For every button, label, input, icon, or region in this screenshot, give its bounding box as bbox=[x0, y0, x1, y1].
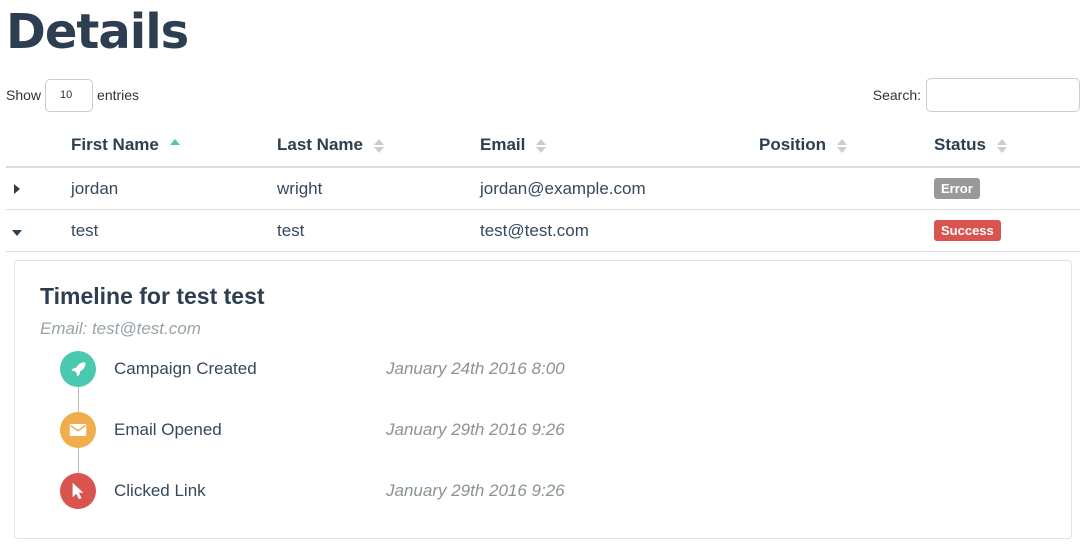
timeline-event: Clicked Link January 29th 2016 9:26 bbox=[60, 473, 660, 509]
timeline-event-time: January 29th 2016 9:26 bbox=[386, 481, 565, 500]
timeline-title: Timeline for test test bbox=[40, 283, 265, 309]
table-header-row: First Name Last Name Email Position Stat… bbox=[6, 124, 1080, 168]
search-input[interactable] bbox=[926, 78, 1080, 112]
cell-last-name: wright bbox=[277, 167, 480, 210]
timeline-event-label: Email Opened bbox=[114, 420, 222, 439]
entries-length-control: Show 10 entries bbox=[6, 78, 139, 112]
cell-email: test@test.com bbox=[480, 209, 759, 252]
sort-icon bbox=[536, 138, 547, 153]
search-label: Search: bbox=[872, 87, 921, 103]
table-row[interactable]: jordan wright jordan@example.com Error bbox=[6, 167, 1080, 210]
cell-position bbox=[759, 167, 934, 210]
show-label: Show bbox=[6, 87, 42, 103]
cell-email: jordan@example.com bbox=[480, 167, 759, 210]
timeline-event: Campaign Created January 24th 2016 8:00 bbox=[60, 351, 660, 387]
page-title: Details bbox=[6, 4, 189, 60]
column-header-first-name[interactable]: First Name bbox=[71, 124, 277, 168]
table-row[interactable]: test test test@test.com Success bbox=[6, 209, 1080, 252]
expand-toggle[interactable] bbox=[6, 167, 71, 210]
rocket-icon bbox=[60, 351, 96, 387]
column-header-email[interactable]: Email bbox=[480, 124, 759, 168]
sort-ascending-icon bbox=[169, 138, 180, 153]
column-header-status[interactable]: Status bbox=[934, 124, 1080, 168]
caret-right-icon bbox=[14, 183, 20, 194]
column-header-label: Email bbox=[480, 135, 526, 154]
cell-first-name: test bbox=[71, 209, 277, 252]
column-header-label: Position bbox=[759, 135, 827, 154]
column-header-position[interactable]: Position bbox=[759, 124, 934, 168]
sort-icon bbox=[373, 138, 384, 153]
timeline-email: Email: test@test.com bbox=[40, 319, 201, 338]
cell-status: Success bbox=[934, 209, 1080, 252]
expand-toggle[interactable] bbox=[6, 209, 71, 252]
column-header-label: First Name bbox=[71, 135, 159, 154]
caret-down-icon bbox=[12, 229, 22, 236]
column-header-last-name[interactable]: Last Name bbox=[277, 124, 480, 168]
timeline-event-label: Campaign Created bbox=[114, 359, 257, 378]
cell-position bbox=[759, 209, 934, 252]
results-table: First Name Last Name Email Position Stat… bbox=[6, 124, 1080, 252]
envelope-icon bbox=[60, 412, 96, 448]
cell-last-name: test bbox=[277, 209, 480, 252]
sort-icon bbox=[836, 138, 847, 153]
status-badge: Success bbox=[934, 220, 1001, 241]
expand-column-header bbox=[6, 124, 71, 168]
sort-icon bbox=[996, 138, 1007, 153]
entries-length-select[interactable]: 10 bbox=[45, 78, 94, 112]
search-control: Search: bbox=[873, 78, 1080, 112]
status-badge: Error bbox=[934, 178, 980, 199]
column-header-label: Status bbox=[934, 135, 986, 154]
timeline-panel: Timeline for test test Email: test@test.… bbox=[14, 260, 1072, 539]
cursor-icon bbox=[60, 473, 96, 509]
timeline-event: Email Opened January 29th 2016 9:26 bbox=[60, 412, 660, 448]
timeline-event-label: Clicked Link bbox=[114, 481, 206, 500]
cell-first-name: jordan bbox=[71, 167, 277, 210]
cell-status: Error bbox=[934, 167, 1080, 210]
timeline-event-time: January 24th 2016 8:00 bbox=[386, 359, 565, 378]
column-header-label: Last Name bbox=[277, 135, 363, 154]
entries-label: entries bbox=[97, 87, 140, 103]
timeline-event-time: January 29th 2016 9:26 bbox=[386, 420, 565, 439]
